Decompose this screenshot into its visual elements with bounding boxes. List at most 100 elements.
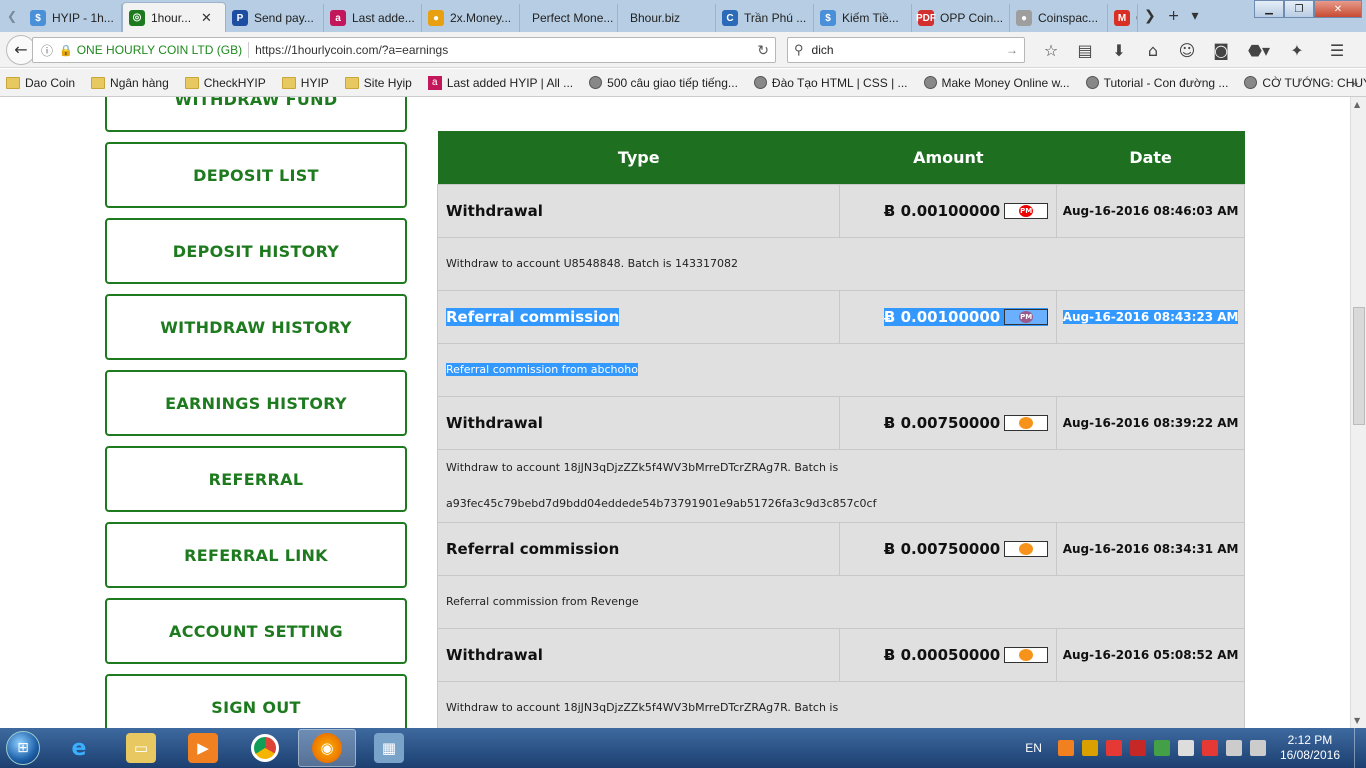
scroll-down-icon[interactable]: ▼ [1354,716,1360,725]
search-go-icon[interactable]: → [1006,43,1018,57]
bookmarks-overflow-icon[interactable]: » [1351,76,1358,90]
maximize-icon[interactable]: ❐ [1284,0,1314,18]
start-button[interactable]: ⊞ [0,728,46,768]
signal-icon[interactable] [1225,740,1242,756]
tab-scroll-right-icon[interactable]: ❯ [1138,0,1162,32]
transaction-amount-text: Ƀ 0.00750000 [883,413,1001,432]
url-text[interactable]: https://1hourlycoin.com/?a=earnings [255,43,448,57]
tray-network-icon[interactable] [1153,740,1170,756]
transaction-date: Aug-16-2016 05:08:52 AM [1056,627,1245,682]
new-tab-icon[interactable]: + [1162,0,1186,32]
menu-deposit-history-button[interactable]: DEPOSIT HISTORY [105,218,407,284]
tab-3[interactable]: a Last adde... [324,4,422,32]
bookmark-item[interactable]: CheckHYIP [179,76,266,90]
volume-icon[interactable] [1249,740,1266,756]
transaction-note-text: Referral commission from Revenge [446,594,639,608]
tray-security-icon[interactable] [1201,740,1218,756]
window-close-icon[interactable]: ✕ [1314,0,1362,18]
bookmark-item[interactable]: 500 câu giao tiếp tiếng... [583,76,738,90]
bookmark-item[interactable]: Đào Tạo HTML | CSS | ... [748,76,908,90]
search-input[interactable]: ⚲ dich → [787,37,1025,63]
taskbar-firefox[interactable]: ◉ [298,729,356,767]
tray-v-icon[interactable] [1105,740,1122,756]
menu-earnings-history-button[interactable]: EARNINGS HISTORY [105,370,407,436]
show-desktop-button[interactable] [1354,728,1366,768]
transaction-type-text: Referral commission [446,307,620,326]
menu-referral-link-button[interactable]: REFERRAL LINK [105,522,407,588]
language-indicator[interactable]: EN [1025,741,1042,755]
tab-1[interactable]: ◎ 1hour... ✕ [122,2,226,32]
home-icon[interactable]: ⌂ [1136,37,1170,63]
info-icon[interactable]: ⓘ [41,42,53,59]
tab-8[interactable]: $ Kiếm Tiề... [814,4,912,32]
scroll-up-icon[interactable]: ▲ [1354,100,1360,109]
download-icon[interactable]: ⬇ [1102,37,1136,63]
tab-10[interactable]: ● Coinspac... [1010,4,1108,32]
tray-shield-icon[interactable] [1129,740,1146,756]
tab-4[interactable]: ● 2x.Money... [422,4,520,32]
transaction-note: Withdraw to account U8548848. Batch is 1… [437,236,1245,291]
extension-icon[interactable]: ✦ [1280,37,1314,63]
tray-music-icon[interactable] [1081,740,1098,756]
clock-date: 16/08/2016 [1279,748,1340,762]
table-row: Withdrawal Ƀ 0.00050000 BTC Aug-16-2016 05:… [436,627,1245,682]
pocket-icon[interactable]: ◙ [1204,37,1238,63]
bookmark-item[interactable]: Ngân hàng [85,76,169,90]
tab-6[interactable]: Bhour.biz [618,4,716,32]
table-note-row: Withdraw to account 18jJN3qDjzZZk5f4WV3b… [437,448,1245,523]
tab-7[interactable]: C Trần Phú ... [716,4,814,32]
transaction-note-text: Referral commission from abchoho [446,352,1244,388]
table-header-row: Type Amount Date [437,131,1245,184]
bookmark-item[interactable]: Site Hyip [339,76,412,90]
menu-withdraw-history-button[interactable]: WITHDRAW HISTORY [105,294,407,360]
internet-explorer-icon: e [71,735,87,761]
bookmark-item[interactable]: HYIP [276,76,329,90]
tab-5[interactable]: Perfect Mone... [520,4,618,32]
clock[interactable]: 2:12 PM 16/08/2016 [1280,733,1340,763]
transaction-note-text: Withdraw to account 18jJN3qDjzZZk5f4WV3b… [446,700,839,714]
minimize-icon[interactable]: ▁ [1254,0,1284,18]
tab-0[interactable]: $ HYIP - 1h... [24,4,122,32]
reload-icon[interactable]: ↻ [757,42,769,59]
vertical-scrollbar[interactable]: ▲ ▼ [1350,97,1366,728]
menu-withdraw-fund-button[interactable]: WITHDRAW FUND [105,97,407,132]
tray-flag-icon[interactable] [1177,740,1194,756]
column-amount: Amount [839,131,1057,184]
bookmark-label: CheckHYIP [203,75,266,90]
reading-list-icon[interactable]: ▤ [1068,37,1102,63]
tab-11[interactable]: MC [1108,4,1138,32]
menu-account-setting-button[interactable]: ACCOUNT SETTING [105,598,407,664]
bitcoin-method-badge: BTC [1004,415,1049,431]
taskbar-chrome[interactable] [236,729,294,767]
taskbar-ie[interactable]: e [50,729,108,767]
bookmark-label: Last added HYIP | All ... [446,75,574,90]
taskbar-calculator[interactable]: ▦ [360,729,418,767]
site-identity[interactable]: ONE HOURLY COIN LTD (GB) [77,43,242,57]
adblock-icon[interactable]: ⬣▾ [1238,37,1280,63]
tab-favicon-icon: a [330,10,346,26]
taskbar-explorer[interactable]: ▭ [112,729,170,767]
search-value[interactable]: dich [812,43,834,57]
menu-referral-button[interactable]: REFERRAL [105,446,407,512]
menu-icon[interactable]: ☰ [1320,37,1354,63]
chat-icon[interactable]: ☺ [1170,37,1204,63]
tab-9[interactable]: PDF OPP Coin... [912,4,1010,32]
search-icon: ⚲ [794,42,804,57]
bookmark-item[interactable]: CỜ TƯỚNG: CHUYÊN ... [1238,76,1366,90]
windows-logo-icon: ⊞ [6,731,40,765]
tray-app-icon[interactable] [1057,740,1074,756]
tab-list-icon[interactable]: ▾ [1185,0,1204,32]
tab-2[interactable]: P Send pay... [226,4,324,32]
bookmark-item[interactable]: a Last added HYIP | All ... [422,75,574,90]
tab-scroll-left-icon[interactable]: ❮ [0,0,24,32]
menu-deposit-list-button[interactable]: DEPOSIT LIST [105,142,407,208]
bookmark-item[interactable]: Make Money Online w... [918,76,1070,90]
url-bar[interactable]: ⓘ 🔒 ONE HOURLY COIN LTD (GB) https://1ho… [32,37,776,63]
scroll-thumb[interactable] [1353,307,1365,425]
bookmark-item[interactable]: Dao Coin [0,76,75,90]
bookmark-star-icon[interactable]: ☆ [1034,37,1068,63]
taskbar-media[interactable]: ▶ [174,729,232,767]
bookmark-item[interactable]: Tutorial - Con đường ... [1080,76,1228,90]
tab-close-icon[interactable]: ✕ [201,10,212,26]
menu-sign-out-button[interactable]: SIGN OUT [105,674,407,728]
